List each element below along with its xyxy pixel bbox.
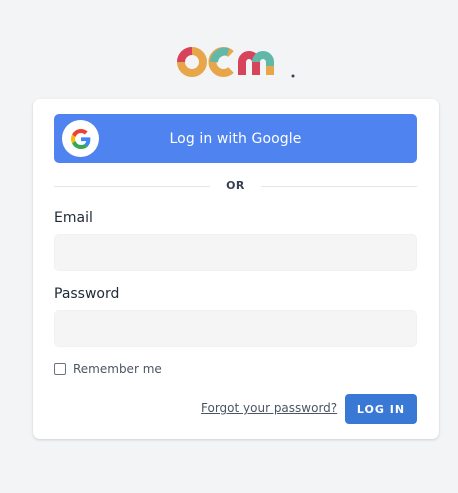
- email-field[interactable]: [54, 234, 417, 271]
- remember-me: Remember me: [54, 362, 162, 376]
- google-login-label: Log in with Google: [169, 130, 302, 147]
- ocm-logo: [177, 47, 295, 78]
- google-g-icon: [62, 120, 99, 157]
- remember-me-checkbox[interactable]: [54, 363, 66, 375]
- login-button[interactable]: LOG IN: [345, 394, 417, 424]
- or-divider: OR: [54, 179, 417, 195]
- google-login-button[interactable]: Log in with Google: [54, 114, 417, 163]
- remember-me-label: Remember me: [73, 362, 162, 376]
- divider-line-right: [261, 186, 417, 187]
- email-label: Email: [54, 210, 93, 226]
- password-field[interactable]: [54, 310, 417, 347]
- forgot-password-link[interactable]: Forgot your password?: [201, 401, 337, 415]
- password-label: Password: [54, 286, 120, 302]
- login-card: Log in with Google OR Email Password Rem…: [33, 99, 439, 439]
